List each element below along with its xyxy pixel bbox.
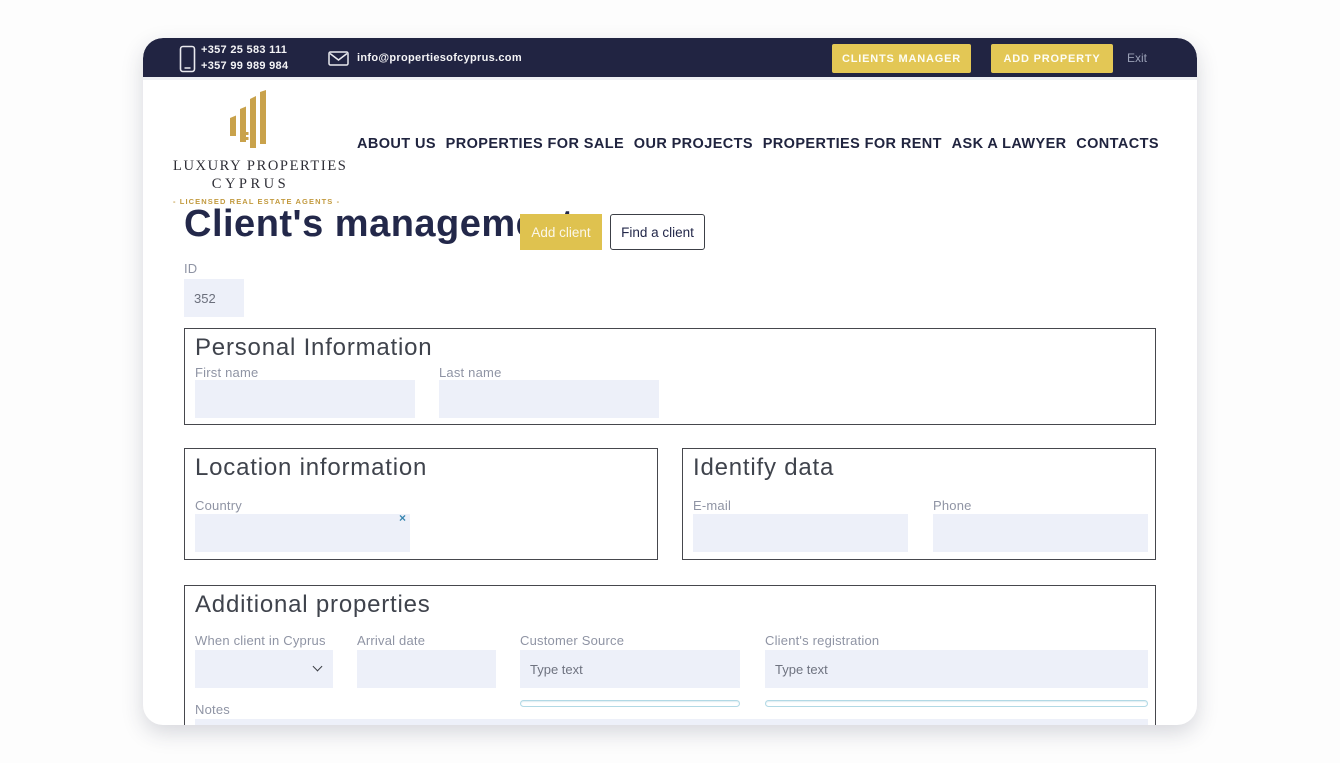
personal-information-title: Personal Information <box>195 334 432 362</box>
identify-data-section: Identify data E-mail Phone <box>682 448 1156 560</box>
add-client-button[interactable]: Add client <box>520 214 602 250</box>
main-navigation: ABOUT US PROPERTIES FOR SALE OUR PROJECT… <box>357 136 1159 152</box>
id-label: ID <box>184 261 197 276</box>
phone-input[interactable] <box>933 514 1148 552</box>
contact-phones: +357 25 583 111 +357 99 989 984 <box>201 42 288 74</box>
location-information-section: Location information Country × <box>184 448 658 560</box>
clients-manager-button[interactable]: CLIENTS MANAGER <box>832 44 971 73</box>
arrival-date-label: Arrival date <box>357 633 425 648</box>
notes-label: Notes <box>195 702 230 717</box>
top-contact-bar: +357 25 583 111 +357 99 989 984 info@pro… <box>143 38 1197 80</box>
nav-ask-a-lawyer[interactable]: ASK A LAWYER <box>952 136 1067 152</box>
app-window: +357 25 583 111 +357 99 989 984 info@pro… <box>143 38 1197 725</box>
id-input[interactable] <box>184 279 244 317</box>
company-logo: LUXURY PROPERTIES CYPRUS - LICENSED REAL… <box>173 90 328 206</box>
customer-source-input[interactable] <box>520 650 740 688</box>
country-clear-icon[interactable]: × <box>399 513 406 523</box>
envelope-icon <box>328 51 349 71</box>
additional-properties-title: Additional properties <box>195 591 431 619</box>
customer-source-label: Customer Source <box>520 633 624 648</box>
contact-email[interactable]: info@propertiesofcyprus.com <box>357 52 522 64</box>
personal-information-section: Personal Information First name Last nam… <box>184 328 1156 425</box>
clients-registration-label: Client's registration <box>765 633 879 648</box>
notes-input[interactable] <box>195 719 1148 725</box>
when-client-in-cyprus-select[interactable] <box>195 650 333 688</box>
find-client-button[interactable]: Find a client <box>610 214 705 250</box>
chevron-down-icon <box>313 662 323 672</box>
last-name-input[interactable] <box>439 380 659 418</box>
page-title: Client's management <box>184 203 574 246</box>
customer-source-scrollbar[interactable] <box>520 700 740 707</box>
nav-properties-for-sale[interactable]: PROPERTIES FOR SALE <box>446 136 624 152</box>
arrival-date-input[interactable] <box>357 650 496 688</box>
first-name-label: First name <box>195 365 258 380</box>
last-name-label: Last name <box>439 365 502 380</box>
phone-label: Phone <box>933 498 972 513</box>
phone-icon <box>179 45 196 78</box>
when-client-in-cyprus-label: When client in Cyprus <box>195 633 326 648</box>
exit-link[interactable]: Exit <box>1127 51 1147 65</box>
identify-data-title: Identify data <box>693 454 834 482</box>
logo-line-2: CYPRUS <box>173 176 328 193</box>
email-label: E-mail <box>693 498 731 513</box>
page-background: +357 25 583 111 +357 99 989 984 info@pro… <box>0 0 1340 763</box>
logo-line-1: LUXURY PROPERTIES <box>173 158 328 175</box>
additional-properties-section: Additional properties When client in Cyp… <box>184 585 1156 725</box>
first-name-input[interactable] <box>195 380 415 418</box>
nav-our-projects[interactable]: OUR PROJECTS <box>634 136 753 152</box>
clients-registration-input[interactable] <box>765 650 1148 688</box>
phone-number-2: +357 99 989 984 <box>201 58 288 74</box>
phone-number-1: +357 25 583 111 <box>201 42 288 58</box>
country-input[interactable] <box>195 514 410 552</box>
nav-properties-for-rent[interactable]: PROPERTIES FOR RENT <box>763 136 942 152</box>
email-input[interactable] <box>693 514 908 552</box>
nav-about-us[interactable]: ABOUT US <box>357 136 436 152</box>
clients-registration-scrollbar[interactable] <box>765 700 1148 707</box>
logo-buildings-icon <box>224 90 278 156</box>
nav-contacts[interactable]: CONTACTS <box>1076 136 1159 152</box>
add-property-button[interactable]: ADD PROPERTY <box>991 44 1113 73</box>
location-information-title: Location information <box>195 454 427 482</box>
country-label: Country <box>195 498 242 513</box>
